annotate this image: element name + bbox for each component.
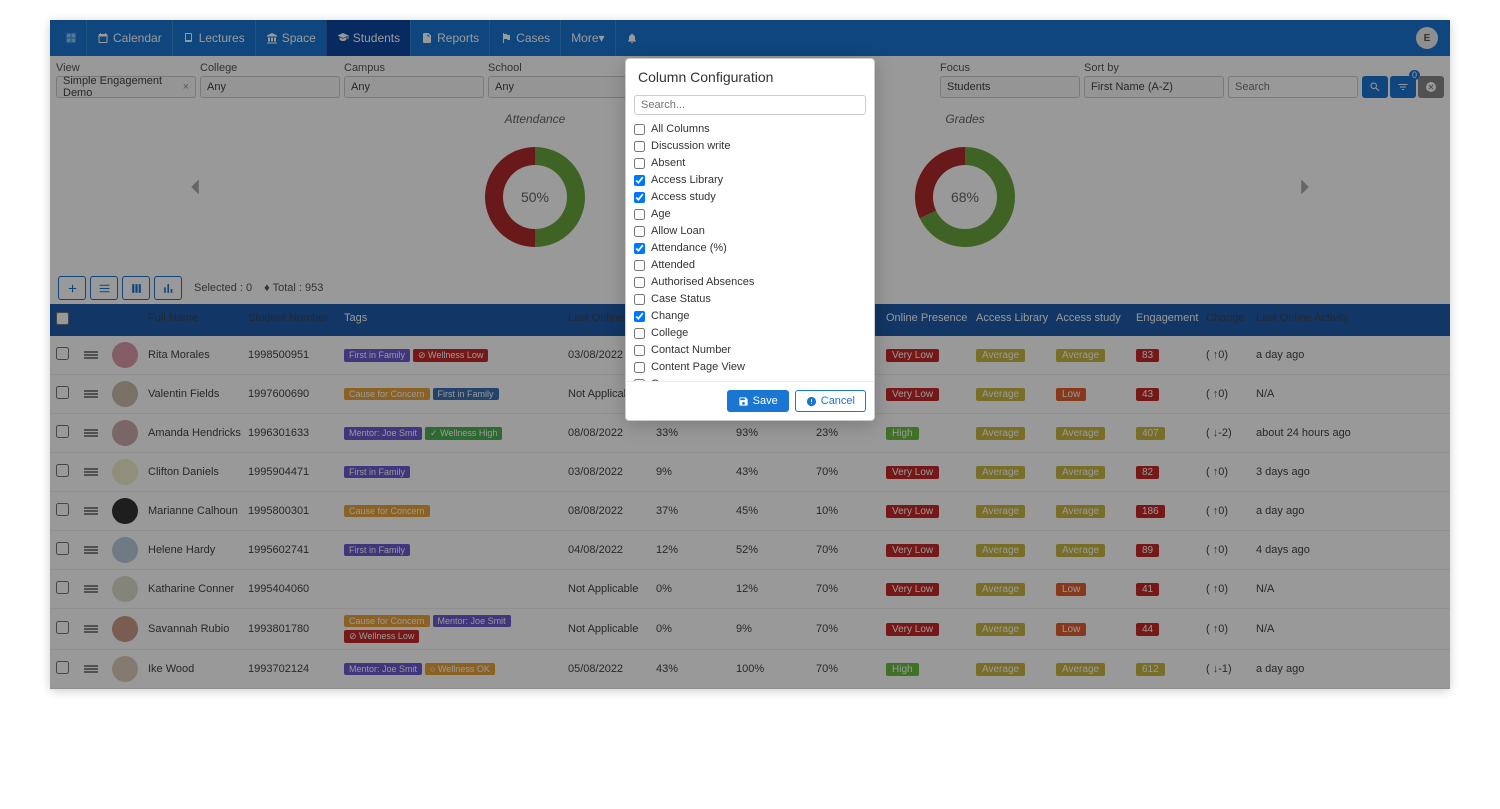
column-option[interactable]: Change — [634, 308, 866, 325]
column-checkbox[interactable] — [634, 328, 645, 339]
column-option[interactable]: All Columns — [634, 121, 866, 138]
column-option[interactable]: Content Page View — [634, 359, 866, 376]
column-option[interactable]: College — [634, 325, 866, 342]
column-checkbox[interactable] — [634, 294, 645, 305]
column-checkbox[interactable] — [634, 345, 645, 356]
save-button[interactable]: Save — [727, 390, 789, 412]
column-checkbox[interactable] — [634, 209, 645, 220]
column-option[interactable]: Authorised Absences — [634, 274, 866, 291]
column-option[interactable]: Contact Number — [634, 342, 866, 359]
column-checkbox[interactable] — [634, 192, 645, 203]
column-checkbox[interactable] — [634, 277, 645, 288]
column-checkbox[interactable] — [634, 226, 645, 237]
column-option[interactable]: Discussion write — [634, 138, 866, 155]
column-checkbox[interactable] — [634, 158, 645, 169]
column-option[interactable]: Age — [634, 206, 866, 223]
column-checkbox[interactable] — [634, 311, 645, 322]
column-checkbox[interactable] — [634, 124, 645, 135]
column-option[interactable]: Access study — [634, 189, 866, 206]
column-option[interactable]: Allow Loan — [634, 223, 866, 240]
cancel-button[interactable]: Cancel — [795, 390, 866, 412]
column-option[interactable]: Case Status — [634, 291, 866, 308]
column-checkbox[interactable] — [634, 243, 645, 254]
column-option[interactable]: Attended — [634, 257, 866, 274]
column-config-modal: Column Configuration All ColumnsDiscussi… — [625, 58, 875, 421]
column-option[interactable]: Absent — [634, 155, 866, 172]
column-option[interactable]: Access Library — [634, 172, 866, 189]
column-checkbox[interactable] — [634, 260, 645, 271]
modal-column-list[interactable]: All ColumnsDiscussion writeAbsentAccess … — [626, 121, 874, 381]
column-checkbox[interactable] — [634, 175, 645, 186]
column-option[interactable]: Attendance (%) — [634, 240, 866, 257]
modal-search-input[interactable] — [634, 95, 866, 115]
modal-title: Column Configuration — [626, 59, 874, 95]
column-checkbox[interactable] — [634, 141, 645, 152]
column-checkbox[interactable] — [634, 362, 645, 373]
